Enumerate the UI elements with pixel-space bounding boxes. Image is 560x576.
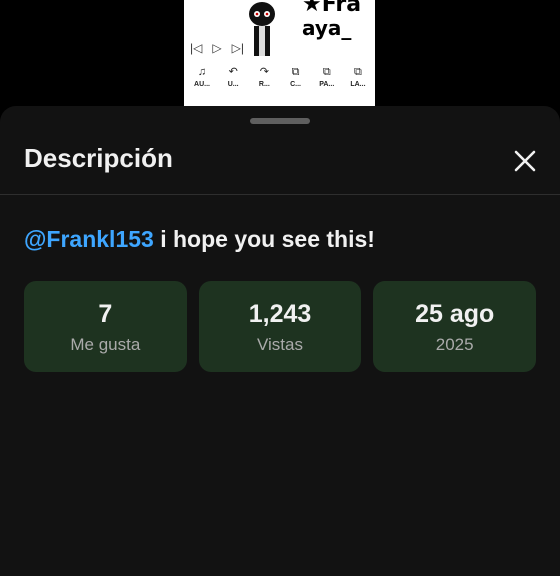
publish-year: 2025: [435, 334, 474, 354]
tool-label: C...: [290, 81, 301, 88]
stats-row: 7 Me gusta 1,243 Vistas 25 ago 2025: [24, 281, 537, 372]
sheet-title: Descripción: [24, 143, 173, 173]
likes-card: 7 Me gusta: [24, 281, 187, 372]
sheet-header: Descripción: [0, 134, 560, 196]
music-note-icon: ♫: [197, 66, 207, 78]
character-illustration: [249, 2, 275, 56]
previous-icon[interactable]: |◁: [190, 41, 202, 55]
tool-label: PA...: [319, 81, 335, 88]
tool-label: LA...: [350, 81, 366, 88]
description-body: i hope you see this!: [153, 226, 375, 252]
video-thumbnail[interactable]: ★Fra aya_ |◁ ▷ ▷| ♫ AU... ↶ U... ↷ R... …: [184, 0, 375, 107]
tool-undo[interactable]: ↶ U...: [221, 66, 245, 89]
thumbnail-caption-2: aya_: [302, 16, 352, 40]
tool-paste[interactable]: ⧉ PA...: [315, 66, 339, 89]
tool-layer[interactable]: ⧉ LA...: [346, 66, 370, 89]
tool-redo[interactable]: ↷ R...: [252, 66, 276, 89]
paste-icon: ⧉: [322, 66, 331, 78]
thumbnail-caption-1: ★Fra: [302, 0, 362, 17]
likes-label: Me gusta: [70, 334, 141, 354]
editor-toolbar: ♫ AU... ↶ U... ↷ R... ⧉ C... ⧉ PA... ⧉ L…: [190, 66, 370, 89]
tool-label: R...: [258, 81, 270, 88]
description-sheet: Descripción @Frankl153 i hope you see th…: [0, 106, 560, 576]
user-mention-link[interactable]: @Frankl153: [24, 226, 154, 252]
next-icon[interactable]: ▷|: [232, 41, 244, 55]
redo-icon: ↷: [259, 66, 269, 78]
publish-date: 25 ago: [415, 299, 495, 328]
likes-count: 7: [98, 299, 113, 328]
header-divider: [0, 194, 560, 195]
tool-audio[interactable]: ♫ AU...: [190, 66, 214, 89]
playback-controls: |◁ ▷ ▷|: [190, 40, 244, 56]
drag-handle[interactable]: [250, 118, 310, 124]
undo-icon: ↶: [228, 66, 238, 78]
layer-icon: ⧉: [354, 66, 362, 78]
close-icon[interactable]: [510, 146, 540, 176]
views-card: 1,243 Vistas: [198, 281, 362, 372]
tool-label: U...: [227, 81, 239, 88]
copy-icon: ⧉: [291, 66, 300, 78]
tool-copy[interactable]: ⧉ C...: [284, 66, 308, 89]
play-icon[interactable]: ▷: [212, 41, 221, 55]
date-card: 25 ago 2025: [373, 281, 537, 372]
tool-label: AU...: [194, 81, 210, 88]
views-count: 1,243: [248, 299, 312, 328]
description-text: @Frankl153 i hope you see this!: [24, 226, 375, 253]
views-label: Vistas: [257, 334, 303, 354]
video-player[interactable]: ★Fra aya_ |◁ ▷ ▷| ♫ AU... ↶ U... ↷ R... …: [0, 0, 560, 107]
